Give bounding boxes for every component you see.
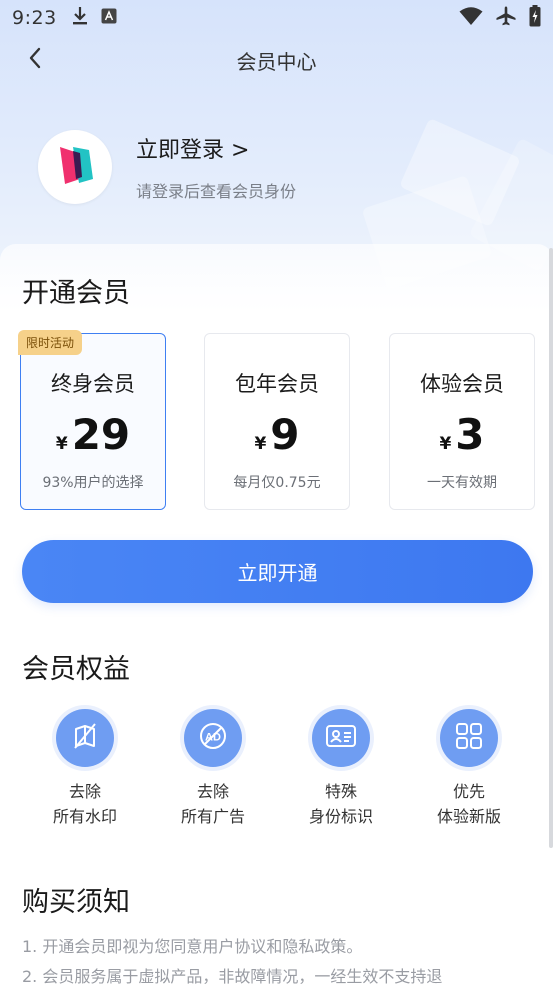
airplane-icon xyxy=(495,5,517,32)
promo-badge: 限时活动 xyxy=(18,330,83,355)
plan-description: 每月仅0.75元 xyxy=(233,475,321,491)
price-amount: 9 xyxy=(270,410,300,459)
wifi-icon xyxy=(459,6,483,31)
avatar[interactable] xyxy=(38,130,112,204)
price-amount: 3 xyxy=(455,410,485,459)
text-a-icon xyxy=(101,7,117,29)
benefit-line: 所有广告 xyxy=(180,807,245,826)
no-watermark-icon xyxy=(70,721,100,755)
notice-section-title: 购买须知 xyxy=(22,887,130,918)
plan-card-trial[interactable]: 体验会员 ¥ 3 一天有效期 xyxy=(389,333,535,510)
benefit-line: 特殊 xyxy=(324,782,357,801)
download-icon xyxy=(71,6,89,31)
price-amount: 29 xyxy=(71,410,131,459)
membership-section-title: 开通会员 xyxy=(22,278,130,309)
status-bar: 9:23 xyxy=(0,0,553,36)
notice-item: 1. 开通会员即视为您同意用户协议和隐私政策。 xyxy=(22,937,363,956)
benefit-line: 所有水印 xyxy=(52,807,117,826)
notice-item: 2. 会员服务属于虚拟产品，非故障情况，一经生效不支持退 xyxy=(22,967,443,984)
plan-name: 体验会员 xyxy=(420,372,504,396)
currency-symbol: ¥ xyxy=(254,434,267,454)
page-title: 会员中心 xyxy=(236,49,317,74)
no-ad-icon: AD xyxy=(197,720,229,756)
benefit-item-no-watermark: 去除 所有水印 xyxy=(25,709,145,829)
chevron-left-icon xyxy=(28,47,42,73)
benefit-line: 优先 xyxy=(452,782,485,801)
app-logo-icon xyxy=(49,139,101,195)
benefit-item-id-badge: 特殊 身份标识 xyxy=(281,709,401,829)
plan-description: 93%用户的选择 xyxy=(42,475,144,491)
plan-card-lifetime[interactable]: 限时活动 终身会员 ¥ 29 93%用户的选择 xyxy=(18,330,166,510)
currency-symbol: ¥ xyxy=(55,434,68,454)
benefit-line: 去除 xyxy=(68,782,101,801)
benefits-section-title: 会员权益 xyxy=(22,654,130,685)
grid-apps-icon xyxy=(454,721,484,755)
subscribe-button[interactable]: 立即开通 xyxy=(22,540,533,603)
benefit-line: 身份标识 xyxy=(308,807,373,826)
login-hint: 请登录后查看会员身份 xyxy=(136,182,297,201)
nav-bar: 会员中心 xyxy=(0,38,553,82)
status-time: 9:23 xyxy=(12,7,57,29)
plan-price: ¥ 29 xyxy=(21,414,165,456)
plan-price: ¥ 3 xyxy=(390,414,534,456)
back-button[interactable] xyxy=(20,44,50,76)
plan-price: ¥ 9 xyxy=(205,414,349,456)
svg-text:AD: AD xyxy=(205,732,221,744)
benefit-line: 去除 xyxy=(196,782,229,801)
profile-section: 立即登录 > 请登录后查看会员身份 xyxy=(38,130,296,204)
battery-icon xyxy=(529,4,541,32)
plan-card-yearly[interactable]: 包年会员 ¥ 9 每月仅0.75元 xyxy=(204,333,350,510)
plan-name: 终身会员 xyxy=(51,372,135,396)
id-card-icon xyxy=(325,722,357,754)
login-link[interactable]: 立即登录 > xyxy=(136,132,296,164)
currency-symbol: ¥ xyxy=(439,434,452,454)
benefit-line: 体验新版 xyxy=(436,807,501,826)
plan-description: 一天有效期 xyxy=(427,475,497,491)
scrollbar[interactable] xyxy=(549,248,553,848)
plan-name: 包年会员 xyxy=(235,372,319,396)
benefit-item-no-ads: AD 去除 所有广告 xyxy=(153,709,273,829)
benefit-item-new-version: 优先 体验新版 xyxy=(409,709,529,829)
